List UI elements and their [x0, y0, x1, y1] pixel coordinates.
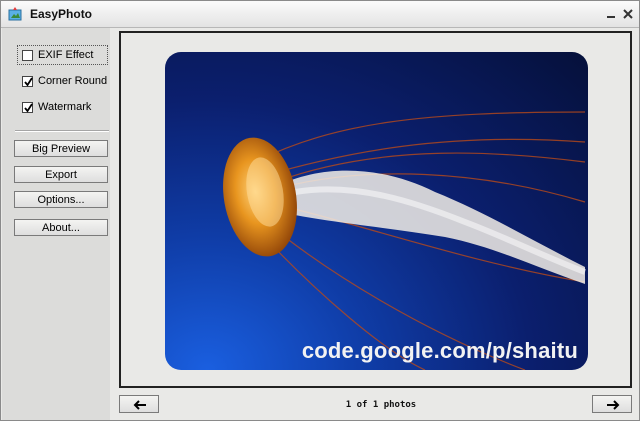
next-photo-button[interactable] [592, 395, 632, 413]
minimize-icon[interactable] [606, 9, 616, 19]
watermark-text: code.google.com/p/shaitu [301, 338, 578, 363]
corner-round-checkbox[interactable]: Corner Round [22, 72, 107, 90]
app-window: EasyPhoto EXIF Effect Corner Round Water… [0, 0, 640, 421]
exif-effect-checkbox[interactable]: EXIF Effect [22, 46, 93, 64]
about-button[interactable]: About... [14, 219, 108, 236]
separator [15, 130, 109, 132]
checkbox-unchecked-icon [22, 49, 33, 61]
photo-preview[interactable]: code.google.com/p/shaitu [165, 52, 588, 370]
title-bar[interactable]: EasyPhoto [1, 1, 639, 28]
photo-count-status: 1 of 1 photos [345, 400, 417, 410]
corner-round-label: Corner Round [38, 75, 108, 87]
checkbox-checked-icon [22, 75, 33, 87]
arrow-right-icon [607, 400, 620, 410]
previous-photo-button[interactable] [119, 395, 159, 413]
arrow-left-icon [133, 400, 146, 410]
options-button[interactable]: Options... [14, 191, 108, 208]
app-icon [8, 7, 22, 21]
sidebar: EXIF Effect Corner Round Watermark Big P… [2, 28, 110, 420]
watermark-label: Watermark [38, 101, 92, 113]
close-icon[interactable] [623, 9, 633, 19]
exif-effect-label: EXIF Effect [38, 49, 94, 61]
watermark-checkbox[interactable]: Watermark [22, 98, 91, 116]
window-title: EasyPhoto [30, 7, 93, 21]
preview-panel: code.google.com/p/shaitu [119, 31, 632, 388]
big-preview-button[interactable]: Big Preview [14, 140, 108, 157]
jellyfish-illustration [223, 111, 587, 370]
export-button[interactable]: Export [14, 166, 108, 183]
checkbox-checked-icon [22, 101, 33, 113]
